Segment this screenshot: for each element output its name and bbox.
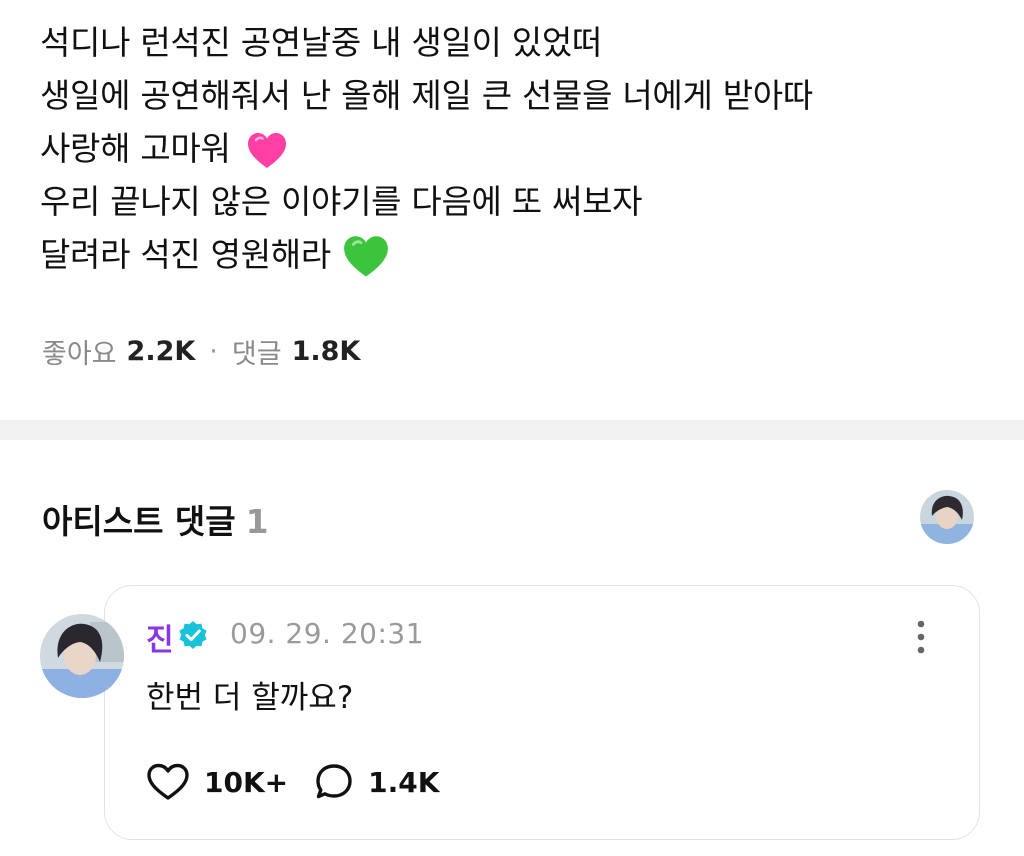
pink-heart-icon (247, 132, 286, 168)
comment-author-avatar[interactable] (40, 614, 124, 698)
post-line: 생일에 공연해줘서 난 올해 제일 큰 선물을 너에게 받아따 (40, 76, 813, 115)
artist-comments-title: 아티스트 댓글 (42, 502, 236, 541)
comments-count[interactable]: 1.8K (292, 336, 361, 367)
post-stats: 좋아요 2.2K · 댓글 1.8K (42, 332, 360, 371)
post-line: 달려라 석진 영원해라 (40, 228, 1000, 281)
reply-count: 1.4K (368, 765, 440, 799)
stats-separator: · (209, 336, 218, 367)
comment-timestamp: 09. 29. 20:31 (230, 617, 425, 650)
post-line: 석디나 런석진 공연날중 내 생일이 있었떠 (40, 23, 602, 62)
post-line: 사랑해 고마워 (40, 122, 1000, 175)
post-line: 우리 끝나지 않은 이야기를 다음에 또 써보자 (40, 182, 643, 221)
comments-label[interactable]: 댓글 (232, 332, 282, 371)
artist-comments-count: 1 (245, 502, 269, 541)
post-line-text: 사랑해 고마워 (40, 129, 231, 168)
comment-actions: 10K+ 1.4K (146, 762, 439, 802)
like-count: 10K+ (204, 765, 289, 799)
artist-avatar[interactable] (920, 490, 974, 544)
post-body: 석디나 런석진 공연날중 내 생일이 있었떠 생일에 공연해줘서 난 올해 제일… (40, 16, 1000, 281)
likes-count[interactable]: 2.2K (127, 336, 196, 367)
like-button[interactable]: 10K+ (146, 762, 288, 802)
artist-comments-header: 아티스트 댓글 1 (42, 495, 269, 543)
heart-outline-icon (147, 763, 189, 800)
post-line-text: 달려라 석진 영원해라 (40, 235, 331, 274)
section-divider (0, 420, 1024, 440)
verified-badge-icon (179, 621, 207, 649)
reply-button[interactable]: 1.4K (314, 762, 439, 802)
speech-bubble-icon (316, 764, 352, 799)
likes-label[interactable]: 좋아요 (42, 332, 117, 371)
more-options-icon[interactable] (910, 618, 932, 656)
green-heart-icon (344, 235, 388, 277)
comment-author-name[interactable]: 진 (146, 615, 174, 659)
comment-text: 한번 더 할까요? (146, 680, 354, 716)
